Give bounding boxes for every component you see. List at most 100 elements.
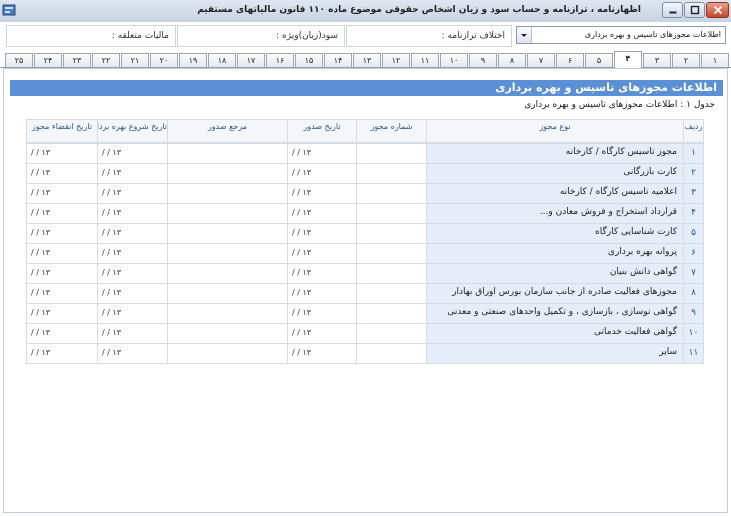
balance-difference-field[interactable]: اختلاف ترازنامه : xyxy=(346,25,512,47)
license-type-label: کارت شناسایی کارگاه xyxy=(426,223,684,244)
tab-17[interactable]: ۱۷ xyxy=(237,53,265,67)
issuing-authority-input[interactable] xyxy=(167,223,288,244)
tab-18[interactable]: ۱۸ xyxy=(208,53,236,67)
license-number-input[interactable] xyxy=(356,203,427,224)
license-number-input[interactable] xyxy=(356,283,427,304)
tab-7[interactable]: ۷ xyxy=(527,53,555,67)
issuing-authority-input[interactable] xyxy=(167,203,288,224)
start-date-input[interactable]: / / ۱۳ xyxy=(97,303,168,324)
expiry-date-input[interactable]: / / ۱۳ xyxy=(26,323,98,344)
tab-5[interactable]: ۵ xyxy=(585,53,613,67)
tab-25[interactable]: ۲۵ xyxy=(5,53,33,67)
issue-date-input[interactable]: / / ۱۳ xyxy=(287,263,357,284)
tab-10[interactable]: ۱۰ xyxy=(440,53,468,67)
issue-date-input[interactable]: / / ۱۳ xyxy=(287,143,357,164)
start-date-input[interactable]: / / ۱۳ xyxy=(97,343,168,364)
issuing-authority-input[interactable] xyxy=(167,143,288,164)
issuing-authority-input[interactable] xyxy=(167,323,288,344)
col-header-row: ردیف xyxy=(683,119,704,143)
col-header-type: نوع مجوز xyxy=(426,119,684,143)
tab-11[interactable]: ۱۱ xyxy=(411,53,439,67)
license-number-input[interactable] xyxy=(356,303,427,324)
tab-8[interactable]: ۸ xyxy=(498,53,526,67)
issuing-authority-input[interactable] xyxy=(167,263,288,284)
tab-9[interactable]: ۹ xyxy=(469,53,497,67)
tax-due-field[interactable]: مالیات متعلقه : xyxy=(6,25,176,47)
issue-date-input[interactable]: / / ۱۳ xyxy=(287,163,357,184)
tab-21[interactable]: ۲۱ xyxy=(121,53,149,67)
license-type-label: سایر xyxy=(426,343,684,364)
expiry-date-input[interactable]: / / ۱۳ xyxy=(26,223,98,244)
license-number-input[interactable] xyxy=(356,323,427,344)
dropdown-button[interactable] xyxy=(517,27,532,43)
license-number-input[interactable] xyxy=(356,183,427,204)
issuing-authority-input[interactable] xyxy=(167,283,288,304)
tab-24[interactable]: ۲۴ xyxy=(34,53,62,67)
start-date-input[interactable]: / / ۱۳ xyxy=(97,323,168,344)
form-section-select[interactable]: اطلاعات مجوزهای تاسیس و بهره برداری xyxy=(516,26,726,44)
issue-date-input[interactable]: / / ۱۳ xyxy=(287,343,357,364)
license-number-input[interactable] xyxy=(356,243,427,264)
expiry-date-input[interactable]: / / ۱۳ xyxy=(26,203,98,224)
tab-1[interactable]: ۱ xyxy=(701,53,729,67)
close-button[interactable] xyxy=(706,2,729,18)
net-profit-field[interactable]: سود(زیان)ویژه : xyxy=(177,25,345,47)
issue-date-input[interactable]: / / ۱۳ xyxy=(287,283,357,304)
license-number-input[interactable] xyxy=(356,343,427,364)
issue-date-input[interactable]: / / ۱۳ xyxy=(287,183,357,204)
tab-22[interactable]: ۲۲ xyxy=(92,53,120,67)
expiry-date-input[interactable]: / / ۱۳ xyxy=(26,183,98,204)
start-date-input[interactable]: / / ۱۳ xyxy=(97,263,168,284)
issue-date-input[interactable]: / / ۱۳ xyxy=(287,303,357,324)
row-number: ۱۰ xyxy=(683,323,704,344)
issue-date-input[interactable]: / / ۱۳ xyxy=(287,203,357,224)
license-number-input[interactable] xyxy=(356,263,427,284)
tab-6[interactable]: ۶ xyxy=(556,53,584,67)
expiry-date-input[interactable]: / / ۱۳ xyxy=(26,283,98,304)
issue-date-input[interactable]: / / ۱۳ xyxy=(287,243,357,264)
issuing-authority-input[interactable] xyxy=(167,343,288,364)
issuing-authority-input[interactable] xyxy=(167,183,288,204)
license-number-input[interactable] xyxy=(356,163,427,184)
tab-16[interactable]: ۱۶ xyxy=(266,53,294,67)
tab-4[interactable]: ۴ xyxy=(614,51,642,68)
issuing-authority-input[interactable] xyxy=(167,303,288,324)
issuing-authority-input[interactable] xyxy=(167,243,288,264)
tab-23[interactable]: ۲۳ xyxy=(63,53,91,67)
tab-19[interactable]: ۱۹ xyxy=(179,53,207,67)
issue-date-input[interactable]: / / ۱۳ xyxy=(287,223,357,244)
expiry-date-input[interactable]: / / ۱۳ xyxy=(26,143,98,164)
license-number-input[interactable] xyxy=(356,223,427,244)
expiry-date-input[interactable]: / / ۱۳ xyxy=(26,343,98,364)
maximize-button[interactable] xyxy=(684,2,705,18)
expiry-date-input[interactable]: / / ۱۳ xyxy=(26,303,98,324)
issuing-authority-input[interactable] xyxy=(167,163,288,184)
minimize-button[interactable] xyxy=(662,2,683,18)
tab-2[interactable]: ۲ xyxy=(672,53,700,67)
page-tabs: ۱ ۲ ۳ ۴ ۵ ۶ ۷ ۸ ۹ ۱۰ ۱۱ ۱۲ ۱۳ ۱۴ ۱۵ ۱۶ ۱۷ ۱۸ ۱۹ ۲۰ ۲۱ ۲۲ ۲۳ ۲۴ ۲… xyxy=(0,51,731,68)
minimize-icon xyxy=(669,11,676,14)
issue-date-input[interactable]: / / ۱۳ xyxy=(287,323,357,344)
start-date-input[interactable]: / / ۱۳ xyxy=(97,163,168,184)
tab-15[interactable]: ۱۵ xyxy=(295,53,323,67)
tab-13[interactable]: ۱۳ xyxy=(353,53,381,67)
start-date-input[interactable]: / / ۱۳ xyxy=(97,243,168,264)
tab-12[interactable]: ۱۲ xyxy=(382,53,410,67)
license-number-input[interactable] xyxy=(356,143,427,164)
start-date-input[interactable]: / / ۱۳ xyxy=(97,203,168,224)
row-number: ۱ xyxy=(683,143,704,164)
expiry-date-input[interactable]: / / ۱۳ xyxy=(26,243,98,264)
start-date-input[interactable]: / / ۱۳ xyxy=(97,283,168,304)
expiry-date-input[interactable]: / / ۱۳ xyxy=(26,163,98,184)
tab-3[interactable]: ۳ xyxy=(643,53,671,67)
start-date-input[interactable]: / / ۱۳ xyxy=(97,223,168,244)
tab-20[interactable]: ۲۰ xyxy=(150,53,178,67)
tab-14[interactable]: ۱۴ xyxy=(324,53,352,67)
expiry-date-input[interactable]: / / ۱۳ xyxy=(26,263,98,284)
start-date-input[interactable]: / / ۱۳ xyxy=(97,183,168,204)
net-profit-label: سود(زیان)ویژه : xyxy=(276,31,338,41)
start-date-input[interactable]: / / ۱۳ xyxy=(97,143,168,164)
tax-due-label: مالیات متعلقه : xyxy=(111,31,169,41)
col-header-number: شماره مجوز xyxy=(356,119,427,143)
close-icon xyxy=(713,5,722,15)
